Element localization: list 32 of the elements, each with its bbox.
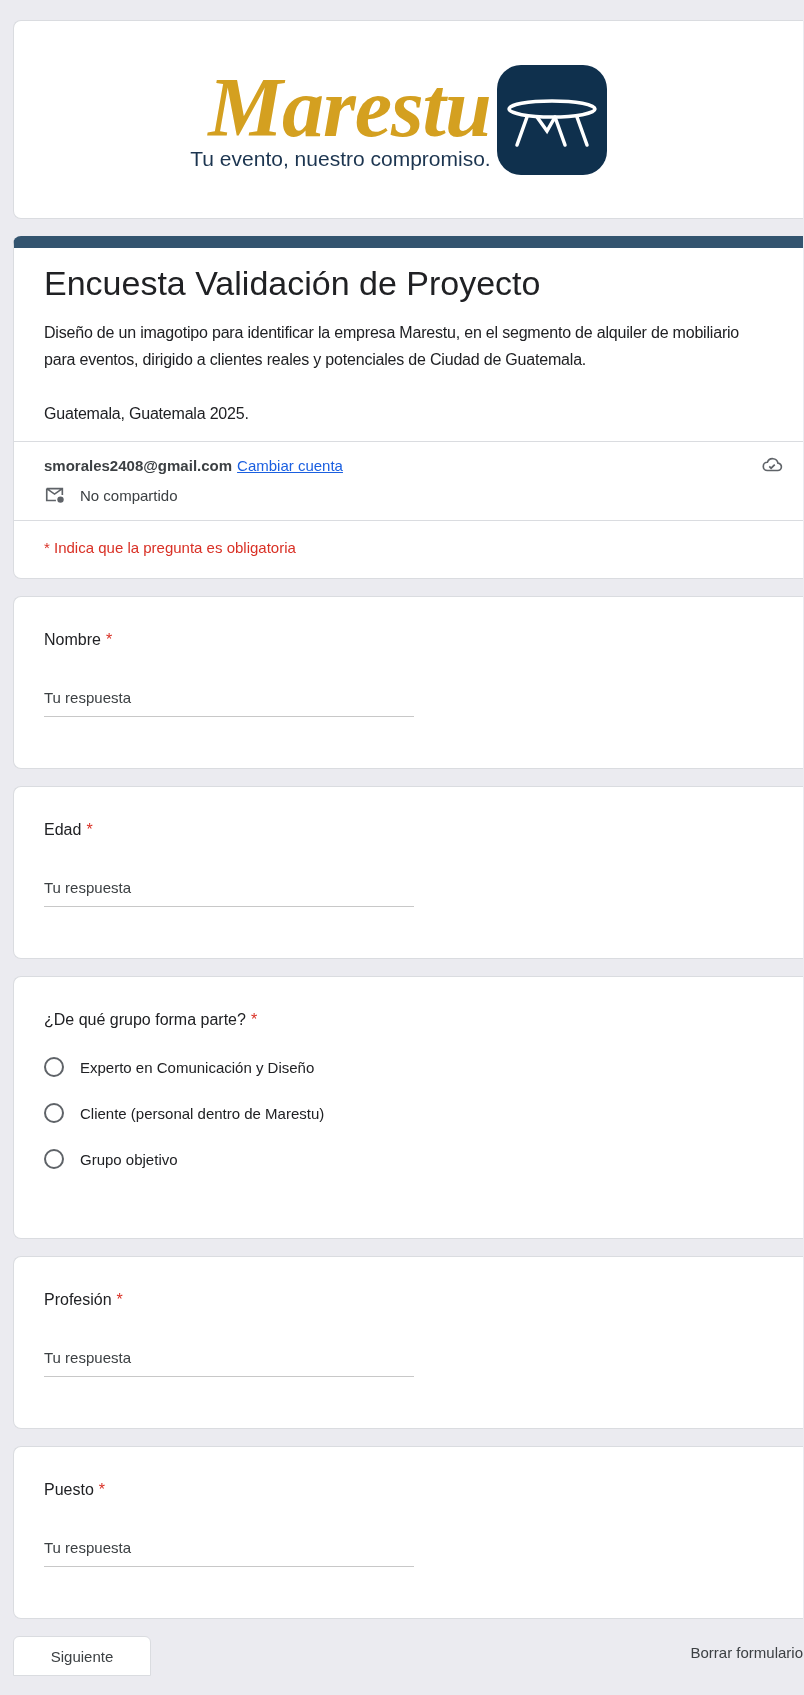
required-mark: * [86,821,93,839]
required-mark: * [250,1011,258,1029]
form-location: Guatemala, Guatemala 2025. [44,404,250,424]
table-icon [496,64,607,175]
question-label: Nombre [44,631,101,649]
answer-field[interactable]: Tu respuesta [44,1531,414,1567]
form-title: Encuesta Validación de Proyecto [44,264,542,303]
switch-account-link[interactable]: Cambiar cuenta [237,456,343,474]
required-mark: * [116,1291,123,1309]
form-description: Diseño de un imagotipo para identificar la empresa Marestu, en el segmento de alquiler de mobiliario para eventos, dirigido a clientes reales y potenciales de Ciudad de Guatemala. [44,323,741,370]
question-label: Profesión [44,1291,112,1309]
required-mark: * [98,1481,106,1499]
answer-field[interactable]: Tu respuesta [44,681,414,717]
question-label: Puesto [44,1481,94,1499]
answer-field[interactable]: Tu respuesta [44,1341,414,1377]
radio-button[interactable] [44,1057,64,1077]
required-mark: * [105,631,113,649]
logo-wordmark: Marestu [208,67,491,148]
option-label: Experto en Comunicación y Diseño [80,1058,315,1076]
clear-form-button[interactable]: Borrar formulario [690,1636,803,1661]
option-label: Cliente (personal dentro de Marestu) [80,1104,325,1122]
radio-button[interactable] [44,1103,64,1123]
answer-field[interactable]: Tu respuesta [44,871,414,907]
logo-tagline: Tu evento, nuestro compromiso. [190,147,491,172]
required-note: * Indica que la pregunta es obligatoria [43,538,297,558]
account-email: smorales2408@gmail.com [44,456,233,474]
question-label: ¿De qué grupo forma parte? [44,1011,246,1029]
radio-button[interactable] [44,1149,64,1169]
sharing-status: No compartido [80,486,178,504]
next-button[interactable]: Siguiente [13,1636,151,1676]
option-label: Grupo objetivo [80,1150,178,1168]
question-label: Edad [44,821,82,839]
